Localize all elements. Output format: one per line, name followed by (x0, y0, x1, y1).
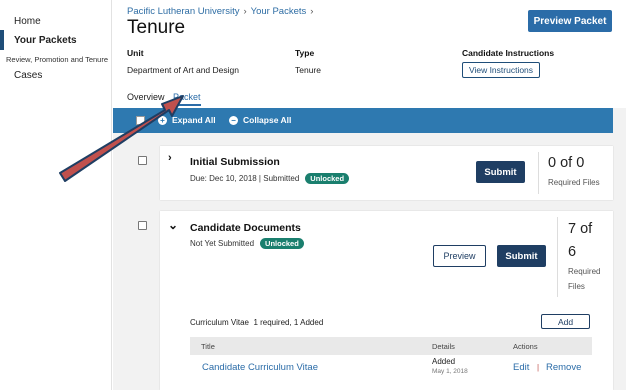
annotation-arrow-icon (59, 95, 184, 182)
